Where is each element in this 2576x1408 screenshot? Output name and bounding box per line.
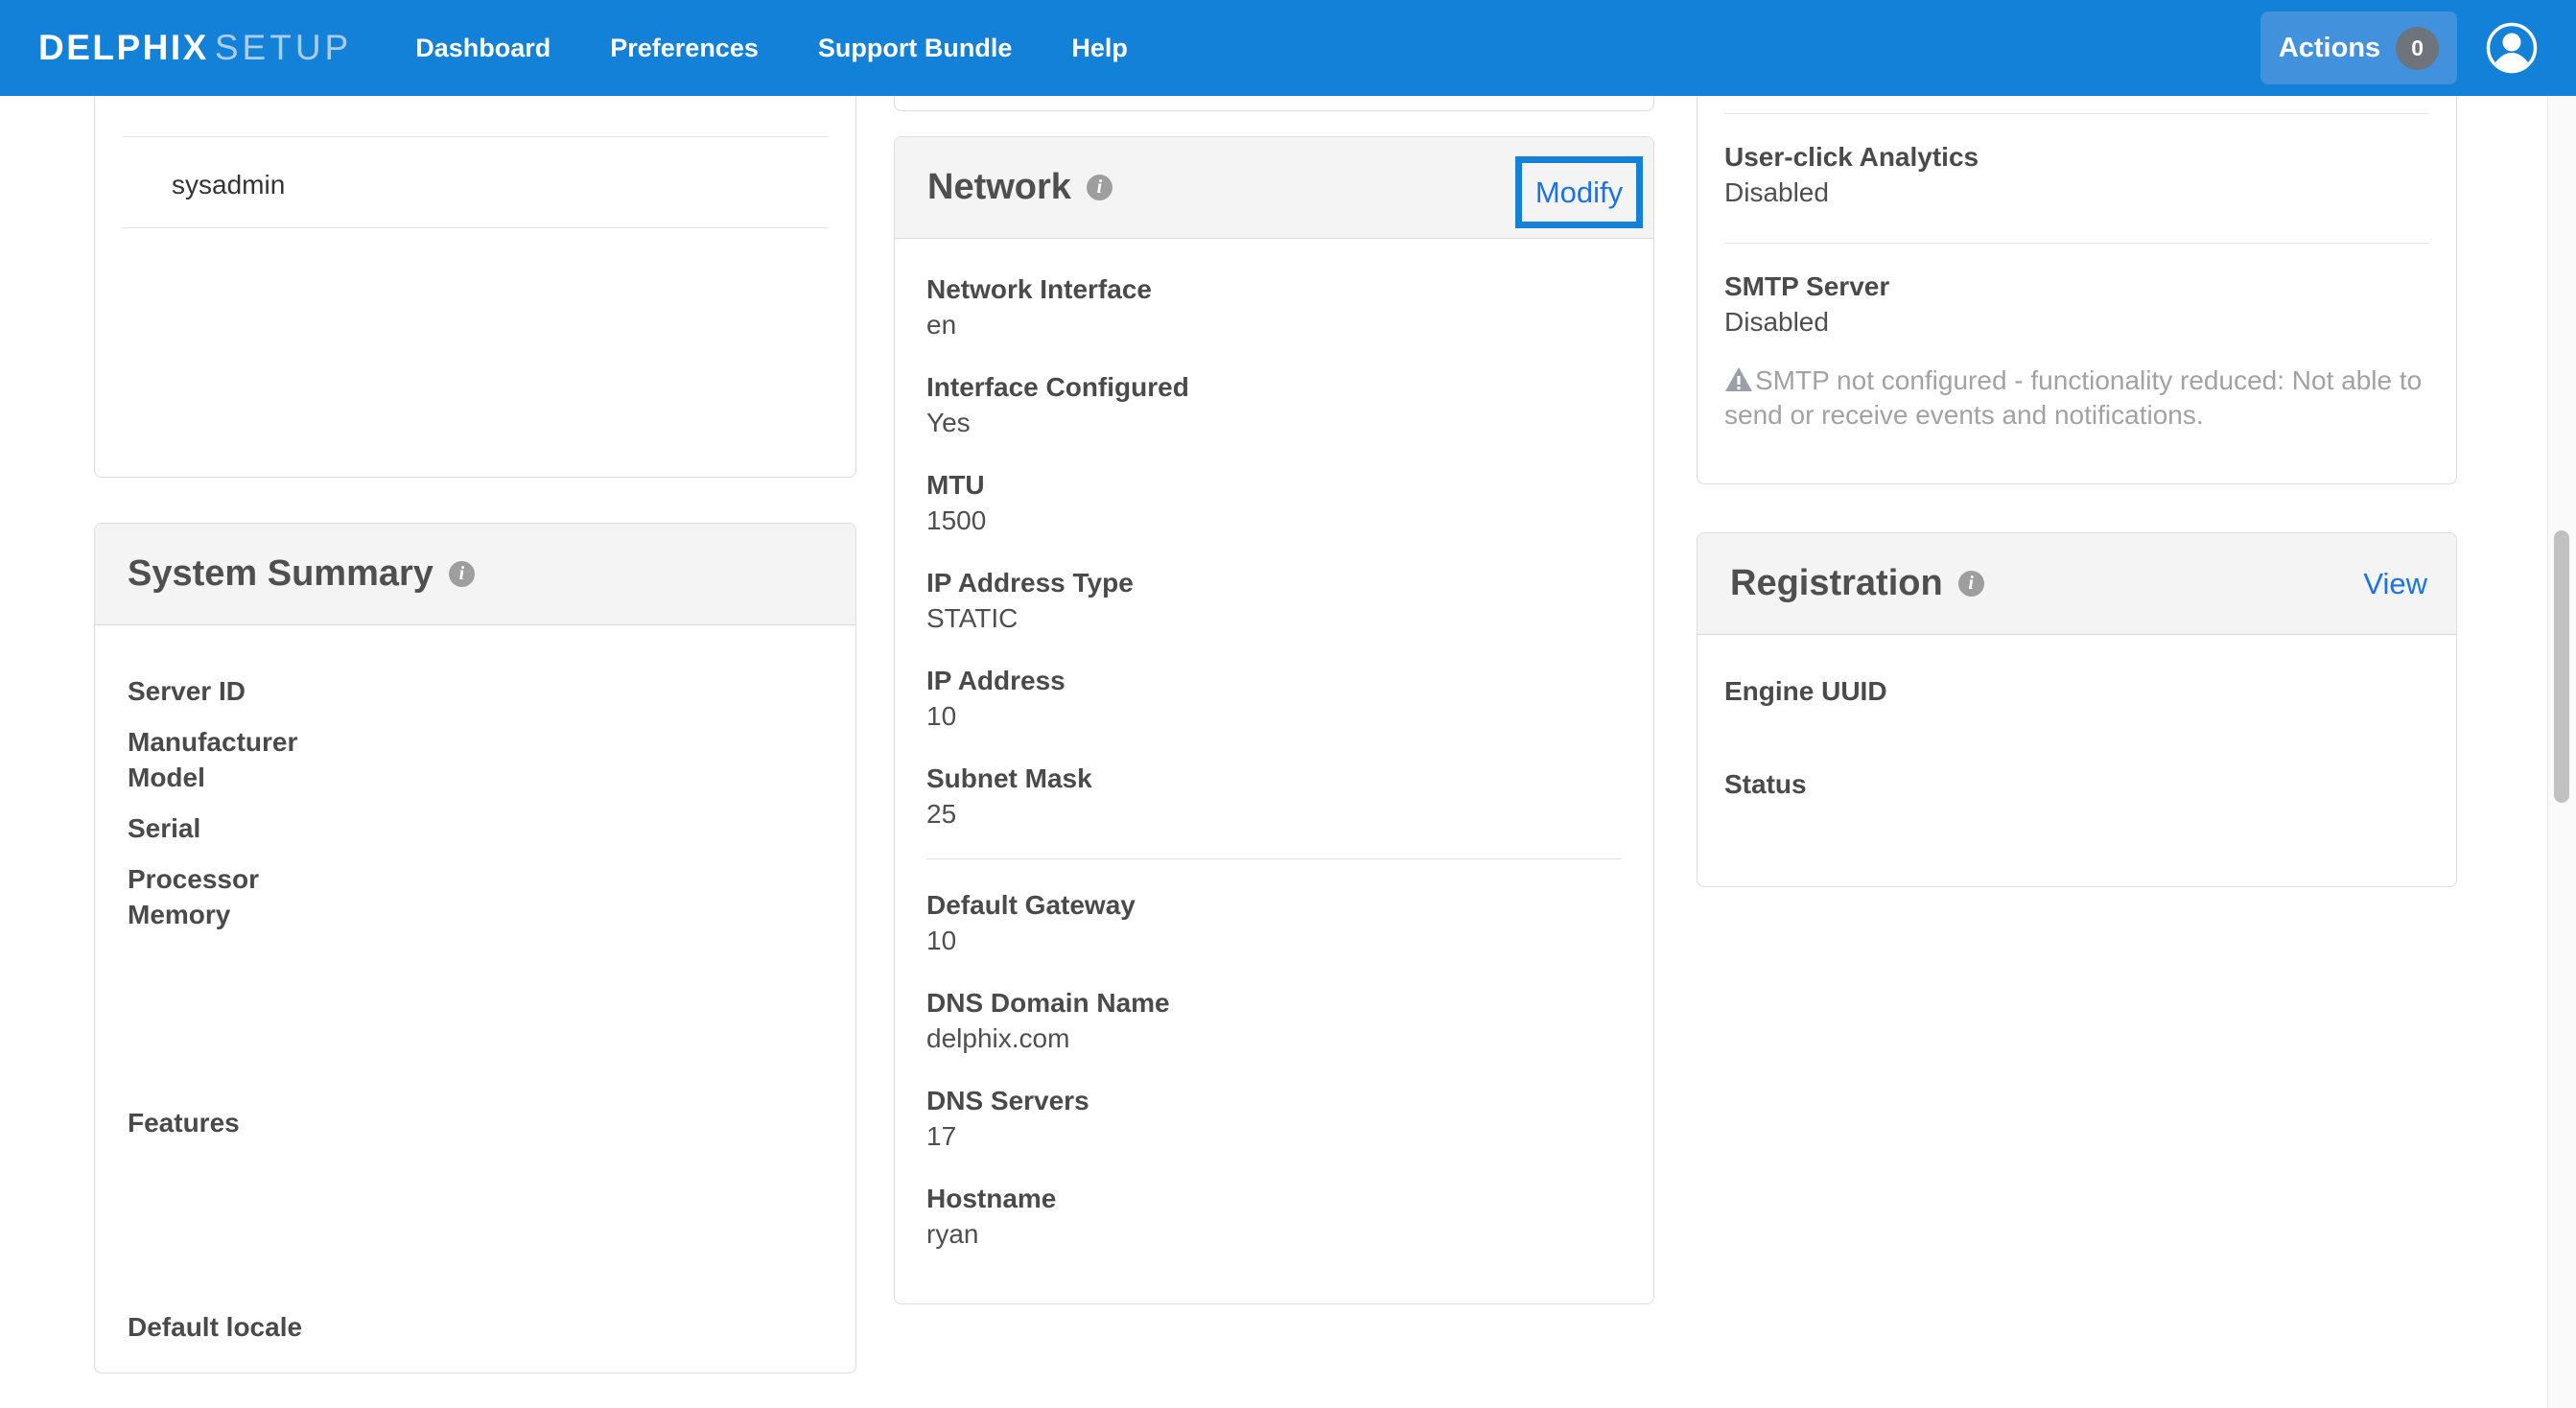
status-field-row: User-click Analytics Disabled <box>1724 139 1979 210</box>
previous-card-remnant <box>894 96 1654 111</box>
smtp-server-label: SMTP Server <box>1724 269 1889 304</box>
smtp-warning-message: SMTP not configured - functionality redu… <box>1724 364 2433 433</box>
info-icon[interactable]: i <box>1958 571 1984 597</box>
nav-item-support-bundle[interactable]: Support Bundle <box>818 34 1012 63</box>
serial-label: Serial <box>128 810 823 846</box>
network-modify-button[interactable]: Modify <box>1515 156 1643 228</box>
hostname-label: Hostname <box>926 1181 1622 1216</box>
actions-button[interactable]: Actions 0 <box>2260 12 2457 84</box>
status-divider-middle <box>1724 243 2429 244</box>
network-field-row: IP Address 10 <box>926 663 1622 734</box>
nav-item-dashboard[interactable]: Dashboard <box>415 34 550 63</box>
subnet-mask-value: 25 <box>926 796 1622 832</box>
network-field-row: DNS Domain Name delphix.com <box>926 985 1622 1056</box>
registration-header: Registration i View <box>1698 533 2456 635</box>
info-icon[interactable]: i <box>1087 175 1112 200</box>
smtp-server-value: Disabled <box>1724 304 1889 340</box>
dns-domain-name-value: delphix.com <box>926 1021 1622 1056</box>
dns-domain-name-label: DNS Domain Name <box>926 985 1622 1021</box>
ip-address-type-label: IP Address Type <box>926 565 1622 600</box>
smtp-warning-text: SMTP not configured - functionality redu… <box>1724 365 2422 430</box>
session-user-name: sysadmin <box>172 167 285 203</box>
ip-address-type-value: STATIC <box>926 600 1622 636</box>
network-field-row: Interface Configured Yes <box>926 369 1622 440</box>
mtu-label: MTU <box>926 467 1622 503</box>
system-summary-card: System Summary i Server ID Manufacturer … <box>94 523 856 1373</box>
delphix-setup-dashboard: DELPHIXSETUP Dashboard Preferences Suppo… <box>0 0 2576 1408</box>
network-field-row: Default Gateway 10 <box>926 887 1622 958</box>
actions-button-label: Actions <box>2279 33 2380 64</box>
features-label: Features <box>128 1105 823 1140</box>
registration-body: Engine UUID Status <box>1698 635 2456 802</box>
dns-servers-label: DNS Servers <box>926 1083 1622 1118</box>
interface-configured-value: Yes <box>926 405 1622 440</box>
nav-item-preferences[interactable]: Preferences <box>610 34 759 63</box>
status-card: User-click Analytics Disabled SMTP Serve… <box>1697 96 2457 484</box>
system-summary-title: System Summary <box>128 553 433 595</box>
dns-servers-value: 17 <box>926 1118 1622 1154</box>
network-modify-label: Modify <box>1535 176 1623 210</box>
user-click-analytics-label: User-click Analytics <box>1724 139 1979 175</box>
network-field-row: Hostname ryan <box>926 1181 1622 1252</box>
user-icon <box>2486 22 2538 74</box>
brand-secondary-text: SETUP <box>215 28 352 67</box>
interface-configured-label: Interface Configured <box>926 369 1622 405</box>
network-field-row: MTU 1500 <box>926 467 1622 538</box>
status-divider-top <box>1724 113 2429 114</box>
network-body: Network Interface en Interface Configure… <box>895 239 1653 1252</box>
nav-menu: Dashboard Preferences Support Bundle Hel… <box>415 34 1128 63</box>
system-summary-body: Server ID Manufacturer Model Serial Proc… <box>95 625 855 1345</box>
network-title: Network <box>927 167 1071 208</box>
network-interface-label: Network Interface <box>926 271 1622 307</box>
default-gateway-label: Default Gateway <box>926 887 1622 923</box>
hostname-value: ryan <box>926 1216 1622 1252</box>
user-avatar-button[interactable] <box>2486 22 2538 74</box>
page-scrollbar-track[interactable] <box>2547 96 2576 1408</box>
network-field-row: DNS Servers 17 <box>926 1083 1622 1154</box>
session-divider-bottom <box>122 227 829 228</box>
page-scrollbar-thumb[interactable] <box>2554 530 2569 803</box>
network-section-divider <box>926 858 1622 859</box>
session-card: sysadmin <box>94 96 856 478</box>
manufacturer-label: Manufacturer <box>128 724 823 760</box>
actions-count-badge: 0 <box>2396 27 2439 70</box>
brand-primary-text: DELPHIX <box>38 28 209 67</box>
session-divider-top <box>122 136 829 137</box>
registration-title: Registration <box>1730 563 1943 604</box>
network-interface-value: en <box>926 307 1622 342</box>
brand-logo[interactable]: DELPHIXSETUP <box>38 28 352 68</box>
processor-label: Processor <box>128 861 823 897</box>
subnet-mask-label: Subnet Mask <box>926 761 1622 796</box>
system-summary-header: System Summary i <box>95 524 855 625</box>
warning-icon <box>1724 366 1753 393</box>
server-id-label: Server ID <box>128 673 823 709</box>
info-icon[interactable]: i <box>449 561 475 587</box>
memory-label: Memory <box>128 897 823 932</box>
network-card: Network i Modify Network Interface en In… <box>894 136 1654 1304</box>
network-header: Network i Modify <box>895 137 1653 239</box>
default-locale-label: Default locale <box>128 1309 823 1345</box>
user-click-analytics-value: Disabled <box>1724 175 1979 210</box>
default-gateway-value: 10 <box>926 923 1622 958</box>
model-label: Model <box>128 760 823 795</box>
registration-view-link[interactable]: View <box>2363 567 2427 601</box>
mtu-value: 1500 <box>926 503 1622 538</box>
ip-address-label: IP Address <box>926 663 1622 698</box>
registration-card: Registration i View Engine UUID Status <box>1697 532 2457 887</box>
network-field-row: Subnet Mask 25 <box>926 761 1622 832</box>
engine-uuid-label: Engine UUID <box>1724 673 2429 709</box>
registration-status-label: Status <box>1724 766 2429 802</box>
status-field-row: SMTP Server Disabled <box>1724 269 1889 340</box>
network-field-row: Network Interface en <box>926 271 1622 342</box>
nav-item-help[interactable]: Help <box>1071 34 1128 63</box>
ip-address-value: 10 <box>926 698 1622 734</box>
top-nav: DELPHIXSETUP Dashboard Preferences Suppo… <box>0 0 2576 96</box>
network-field-row: IP Address Type STATIC <box>926 565 1622 636</box>
